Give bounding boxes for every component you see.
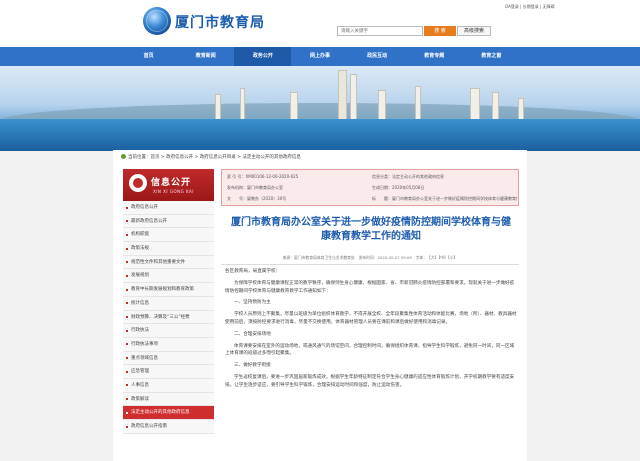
sidebar-item[interactable]: 发展规划 (123, 269, 214, 284)
info-banner-subtitle: XIN XI GONG KAI (153, 189, 194, 194)
site-header: 厦门市教育局 OA登录 | 长期登录 | 无障碍 搜 索 高级搜索 (0, 0, 640, 47)
top-links[interactable]: OA登录 | 长期登录 | 无障碍 (505, 4, 555, 10)
home-icon (121, 154, 126, 159)
search-input[interactable] (337, 26, 423, 36)
nav-item[interactable]: 教育之窗 (463, 47, 520, 66)
title-field: 标 题：厦门市教育局办公室关于进一步做好疫情防控期间学校体育与健康教育教学工作的… (372, 196, 517, 201)
sidebar-item[interactable]: 重点领域信息 (123, 351, 214, 366)
breadcrumb: 当前位置：首页 > 政府信息公开 > 政府信息公开目录 > 法定主动公开的其他政… (121, 154, 301, 160)
sidebar-item[interactable]: 财政预算、决算及“三公”经费 (123, 310, 214, 325)
search-button[interactable]: 搜 索 (424, 26, 456, 36)
section-heading: 二、合理安排场地 (234, 331, 271, 337)
sidebar: 信息公开 XIN XI GONG KAI 政府信息公开 最新政府信息公开 机构职能政… (123, 169, 214, 434)
sidebar-item[interactable]: 政策解读 (123, 392, 214, 407)
sidebar-item[interactable]: 政策法规 (123, 242, 214, 256)
main-nav: 首页 教育新闻 政务公开 网上办事 政民互动 教育专题 教育之窗 (0, 47, 640, 66)
sidebar-item[interactable]: 教育中长期发展规划和教育政策 (123, 283, 214, 297)
nav-item[interactable]: 首页 (120, 47, 177, 66)
content-container: 当前位置：首页 > 政府信息公开 > 政府信息公开目录 > 法定主动公开的其他政… (113, 150, 527, 461)
section-heading: 一、坚持预防为主 (234, 300, 271, 306)
document-body: 各区教育局，局直属学校： 为保障学校体育与健康课程正常的教学秩序，确保师生身心健… (225, 268, 517, 394)
site-title[interactable]: 厦门市教育局 (175, 12, 265, 32)
city-banner-image (0, 66, 640, 151)
main-nav-items: 首页 教育新闻 政务公开 网上办事 政民互动 教育专题 教育之窗 (120, 47, 520, 66)
info-public-banner: 信息公开 XIN XI GONG KAI (123, 169, 214, 201)
paragraph: 学生返校复课后，要进一步巩固居家锻炼成效，根据学生年龄特征制定符合学生身心健康的… (225, 374, 515, 388)
info-badge-icon (129, 174, 147, 192)
paragraph: 学校人员原则上不聚集，尽量以班级为单位组织体育教学，不得开展全校、全年段聚集性体… (225, 312, 517, 325)
sidebar-item[interactable]: 规范性文件和其他重要文件 (123, 255, 214, 270)
salutation: 各区教育局，局直属学校： (225, 269, 281, 274)
document-info-box: 索 引 号：XM00106-12-00-2020-025 信息分类：法定主动公开… (221, 169, 519, 206)
sidebar-item[interactable]: 政府信息公开指南 (123, 420, 214, 434)
generate-date: 生成日期：2020年05月08日 (372, 185, 425, 190)
index-number: 索 引 号：XM00106-12-00-2020-025 (227, 174, 299, 179)
sidebar-item[interactable]: 最新政府信息公开 (123, 214, 214, 229)
sidebar-item[interactable]: 机构职能 (123, 228, 214, 243)
nav-item[interactable]: 教育新闻 (177, 47, 234, 66)
sidebar-item[interactable]: 人事信息 (123, 378, 214, 393)
nav-item[interactable]: 政务公开 (234, 47, 292, 66)
section-heading: 三、做好教学衔接 (234, 363, 271, 369)
nav-item[interactable]: 网上办事 (291, 47, 348, 66)
sidebar-item[interactable]: 应急管理 (123, 365, 214, 379)
sidebar-list: 政府信息公开 最新政府信息公开 机构职能 政策法规 规范性文件和其他重要文件 发展规划 教育… (123, 201, 214, 434)
info-category: 信息分类：法定主动公开的其他政府信息 (372, 174, 444, 179)
document-meta[interactable]: 来源：厦门市教育局体育卫生与艺术教育处 发布时间：2020-05-07 09:0… (221, 255, 519, 265)
nav-item[interactable]: 教育专题 (406, 47, 463, 66)
sidebar-item[interactable]: 行政执法 (123, 324, 214, 338)
paragraph: 体育课要安排在室外的运动场地，或通风通气的场馆空间，合理控制时间，确保组织体育课… (225, 343, 515, 357)
sidebar-item[interactable]: 行政执法事项 (123, 337, 214, 352)
sidebar-item[interactable]: 统计信息 (123, 296, 214, 311)
logo-globe-icon[interactable] (143, 7, 171, 35)
nav-item[interactable]: 政民互动 (349, 47, 406, 66)
advanced-search-button[interactable]: 高级搜索 (457, 26, 491, 36)
sidebar-item[interactable]: 政府信息公开 (123, 201, 214, 215)
info-banner-title: 信息公开 (151, 178, 192, 188)
sidebar-item[interactable]: 法定主动公开的其他政府信息 (123, 406, 214, 420)
paragraph: 为保障学校体育与健康课程正常的教学秩序，确保师生身心健康，根据国家、省、市新冠肺… (225, 280, 515, 294)
document-number: 文 号：厦教办〔2020〕30号 (227, 196, 287, 201)
document-title: 厦门市教育局办公室关于进一步做好疫情防控期间学校体育与健康教育教学工作的通知 (231, 217, 511, 242)
publisher: 发布机构：厦门市教育局办公室 (227, 185, 283, 190)
